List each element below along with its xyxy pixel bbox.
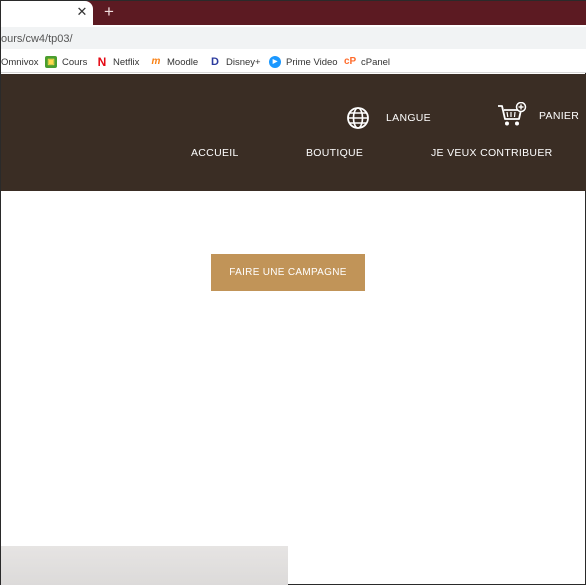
bookmark-label: Disney+	[226, 56, 261, 68]
close-tab-icon[interactable]: ✕	[73, 3, 91, 21]
new-tab-button[interactable]: +	[99, 2, 119, 22]
nav-contribuer[interactable]: JE VEUX CONTRIBUER	[431, 147, 553, 159]
site-header: LANGUE PANIER ACCUEIL BOUTIQUE JE VEUX C…	[1, 74, 586, 191]
address-bar: ours/cw4/tp03/	[1, 25, 586, 51]
bookmark-label: Moodle	[167, 56, 199, 68]
disney-icon: D	[211, 56, 219, 68]
url-field[interactable]: ours/cw4/tp03/	[1, 27, 586, 49]
bookmark-label: cPanel	[361, 56, 391, 68]
bookmark-cours[interactable]: ▣ Cours	[45, 55, 87, 69]
hero-image	[1, 546, 288, 585]
bookmark-netflix[interactable]: N Netflix	[96, 55, 140, 69]
bookmark-label: Cours	[62, 56, 88, 68]
cart-icon[interactable]	[497, 102, 527, 128]
bookmark-omnivox[interactable]: Omnivox	[1, 55, 38, 69]
nav-boutique[interactable]: BOUTIQUE	[306, 147, 363, 159]
cart-link[interactable]: PANIER	[539, 110, 579, 122]
bookmark-disney[interactable]: D Disney+	[209, 55, 261, 69]
browser-tab[interactable]: ✕	[1, 1, 93, 25]
netflix-icon: N	[97, 55, 107, 69]
language-link[interactable]: LANGUE	[386, 112, 431, 124]
bookmarks-bar: Omnivox ▣ Cours N Netflix m Moodle D Dis…	[1, 51, 586, 73]
bookmark-label: Netflix	[113, 56, 140, 68]
bookmark-moodle[interactable]: m Moodle	[150, 55, 199, 69]
bookmark-prime-video[interactable]: ▶ Prime Video	[269, 55, 338, 69]
browser-tab-strip: ✕ +	[1, 1, 586, 25]
moodle-icon: m	[151, 56, 161, 67]
url-text: ours/cw4/tp03/	[1, 33, 73, 45]
bookmark-cpanel[interactable]: cP cPanel	[344, 55, 390, 69]
nav-accueil[interactable]: ACCUEIL	[191, 147, 239, 159]
bookmark-label: Omnivox	[1, 56, 39, 68]
prime-video-icon: ▶	[269, 56, 281, 68]
cpanel-icon: cP	[344, 56, 357, 67]
campaign-button[interactable]: FAIRE UNE CAMPAGNE	[211, 254, 365, 291]
cours-icon: ▣	[45, 56, 57, 68]
globe-icon[interactable]	[346, 106, 370, 130]
bookmark-label: Prime Video	[286, 56, 338, 68]
